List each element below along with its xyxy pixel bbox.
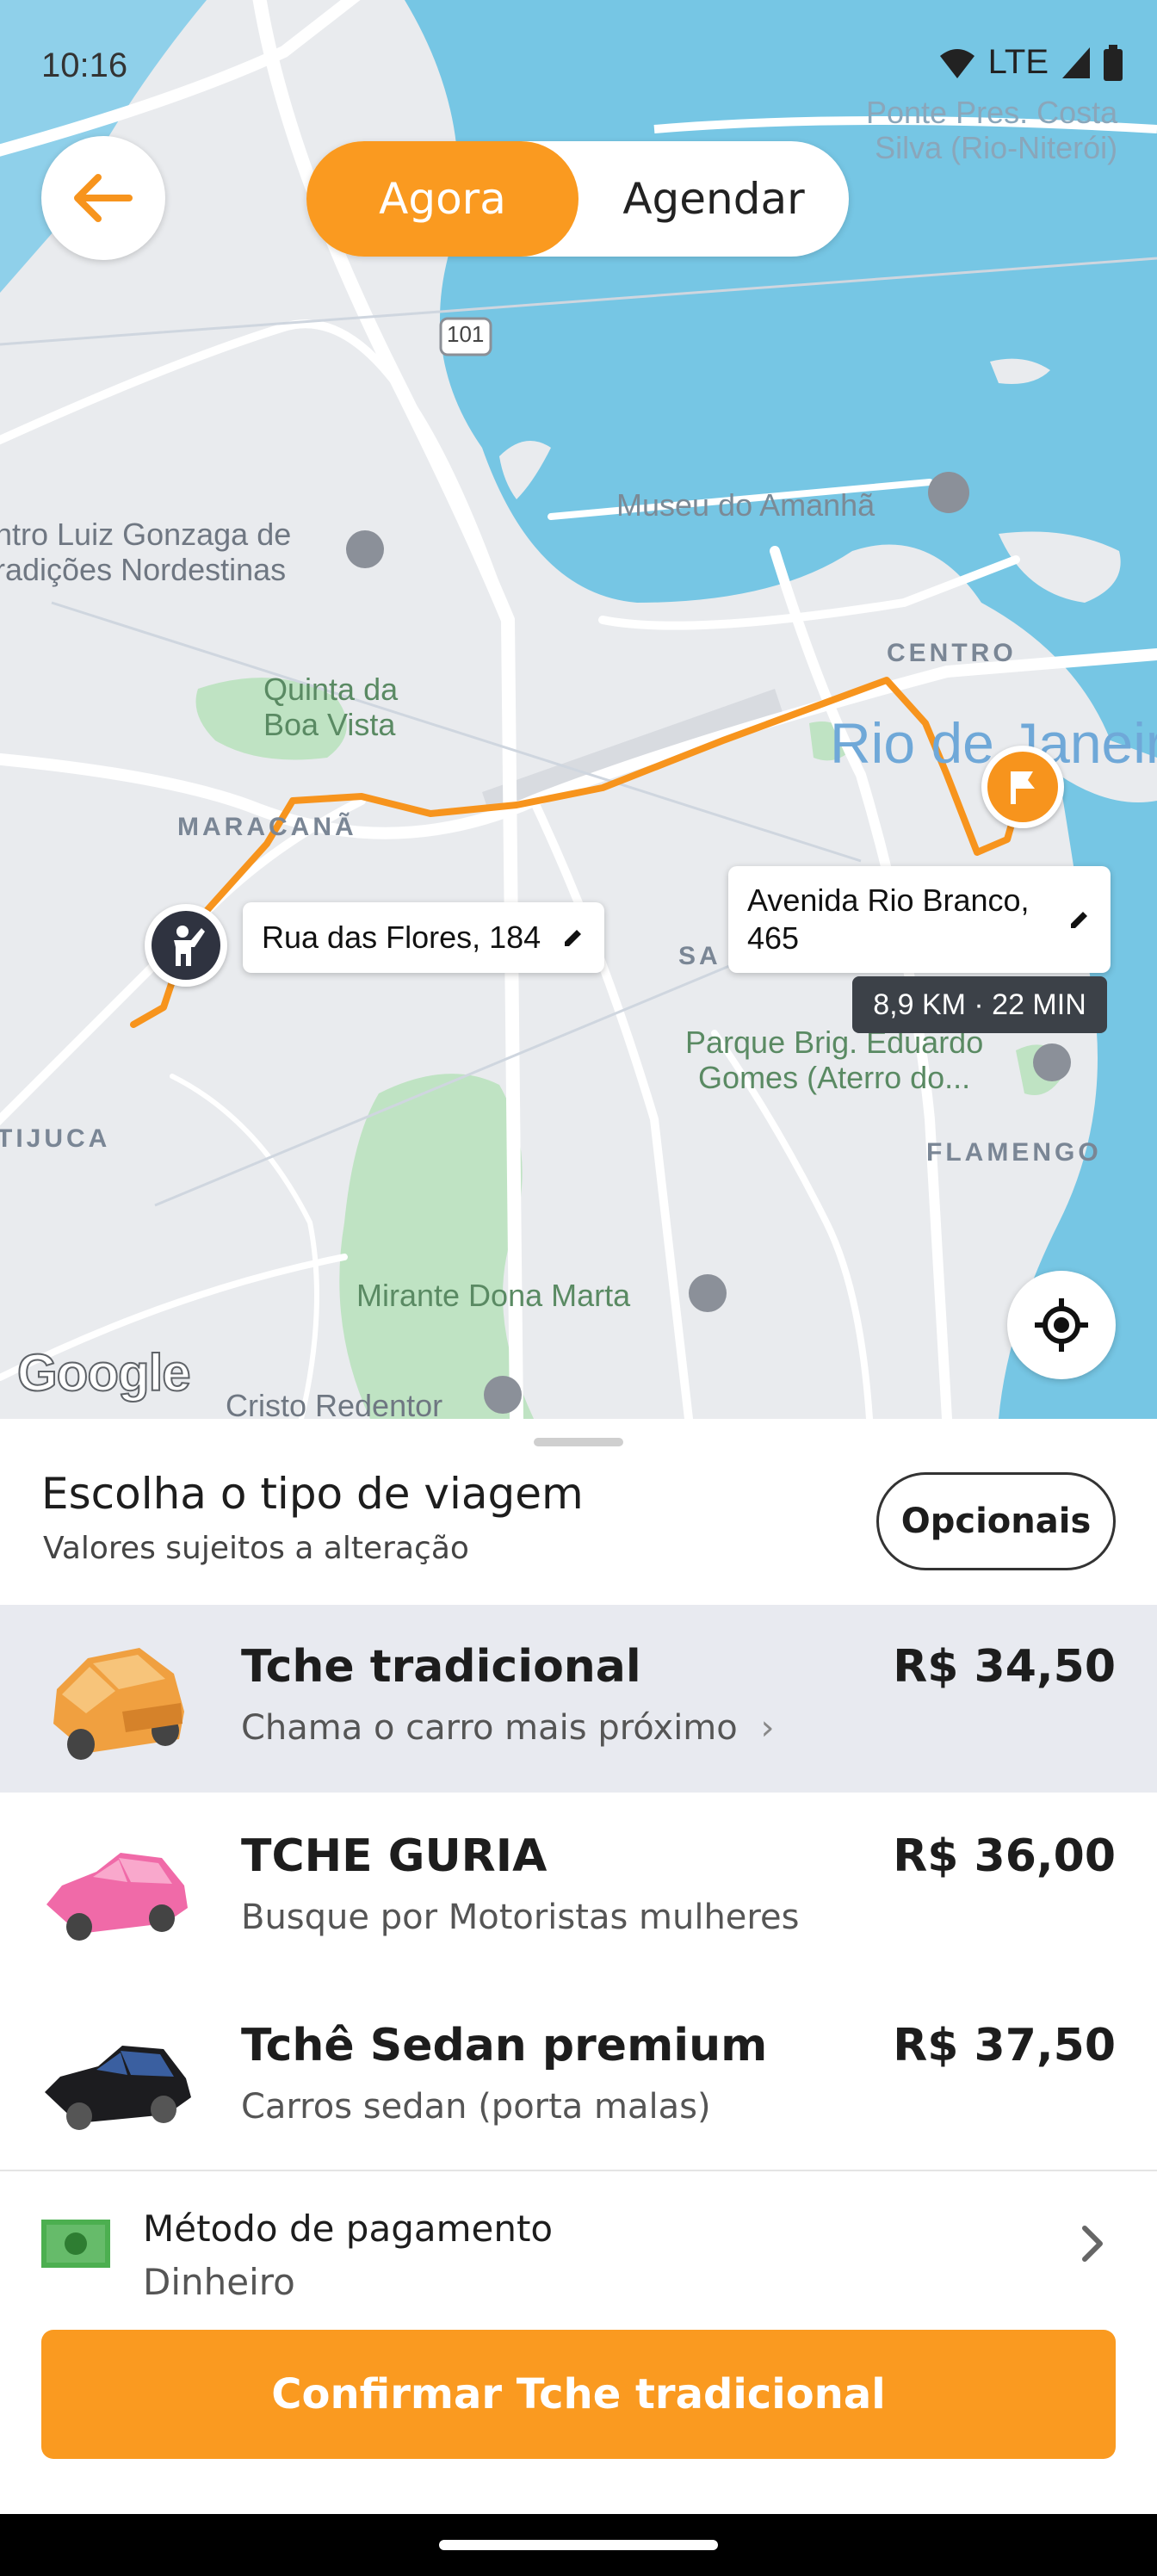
ride-name: Tchê Sedan premium — [241, 2020, 768, 2071]
chevron-right-icon: › — [760, 1708, 775, 1748]
crosshair-icon — [1035, 1298, 1088, 1352]
route-shield-101: 101 — [447, 321, 485, 347]
map-label-centro-luiz: ntro Luiz Gonzaga de radições Nordestina… — [0, 517, 292, 588]
status-time: 10:16 — [41, 46, 128, 84]
ride-option-tche-guria[interactable]: TCHE GURIA Busque por Motoristas mulhere… — [0, 1794, 1157, 1982]
ride-name: Tche tradicional — [241, 1641, 641, 1693]
ride-name: TCHE GURIA — [241, 1830, 548, 1882]
ride-description: Busque por Motoristas mulheres — [241, 1898, 800, 1937]
home-indicator[interactable] — [439, 2540, 718, 2550]
ride-price: R$ 36,00 — [893, 1830, 1116, 1882]
map-label-tijuca: TIJUCA — [0, 1124, 111, 1153]
battery-icon — [1104, 44, 1123, 81]
car-icon — [46, 1853, 188, 1941]
network-label: LTE — [987, 43, 1049, 81]
map-label-cristo: Cristo Redentor — [226, 1388, 443, 1419]
ride-description: Carros sedan (porta malas) — [241, 2087, 711, 2127]
back-button[interactable] — [41, 136, 165, 260]
trip-info-badge: 8,9 KM · 22 MIN — [852, 976, 1107, 1033]
map-label-museu: Museu do Amanhã — [616, 487, 875, 523]
mode-schedule-button[interactable]: Agendar — [578, 141, 849, 257]
map-label-flamengo: FLAMENGO — [926, 1138, 1102, 1167]
ride-description: Chama o carro mais próximo › — [241, 1708, 774, 1748]
map-label-maracana: MARACANÃ — [177, 813, 357, 841]
ride-selection-sheet: Escolha o tipo de viagem Valores sujeito… — [0, 1419, 1157, 2514]
google-logo: Google — [16, 1343, 192, 1403]
ride-price: R$ 37,50 — [893, 2020, 1116, 2071]
map-label-bridge: Ponte Pres. Costa Silva (Rio-Niterói) — [866, 95, 1118, 166]
system-nav-bar — [0, 2514, 1157, 2576]
sheet-drag-handle[interactable] — [534, 1438, 623, 1446]
mode-toggle: Agora Agendar — [306, 141, 849, 257]
mode-now-button[interactable]: Agora — [306, 141, 578, 257]
ride-description-text: Chama o carro mais próximo — [241, 1708, 738, 1748]
wifi-icon — [939, 48, 974, 78]
arrow-left-icon — [74, 174, 133, 222]
destination-address: Avenida Rio Branco, 465 — [747, 882, 1030, 956]
destination-pin[interactable] — [981, 746, 1064, 828]
sheet-title: Escolha o tipo de viagem — [41, 1469, 584, 1519]
origin-pin[interactable] — [145, 904, 227, 987]
origin-address-chip[interactable]: Rua das Flores, 184 — [243, 902, 604, 973]
car-icon — [53, 1648, 184, 1760]
sheet-subtitle: Valores sujeitos a alteração — [43, 1531, 469, 1566]
my-location-button[interactable] — [1007, 1271, 1116, 1379]
ride-price: R$ 34,50 — [893, 1641, 1116, 1693]
chevron-right-icon — [1082, 2226, 1103, 2262]
edit-pencil-icon[interactable] — [1067, 907, 1092, 932]
origin-address: Rua das Flores, 184 — [262, 920, 541, 955]
status-icons: LTE — [938, 43, 1123, 82]
confirm-ride-button[interactable]: Confirmar Tche tradicional — [41, 2330, 1116, 2459]
payment-method-row[interactable]: Método de pagamento Dinheiro — [0, 2171, 1157, 2326]
payment-value: Dinheiro — [143, 2261, 295, 2303]
destination-address-chip[interactable]: Avenida Rio Branco, 465 — [728, 866, 1111, 973]
edit-pencil-icon[interactable] — [561, 926, 585, 950]
ride-option-tche-sedan-premium[interactable]: Tchê Sedan premium Carros sedan (porta m… — [0, 1984, 1157, 2171]
map-label-centro: CENTRO — [887, 639, 1017, 667]
options-button[interactable]: Opcionais — [876, 1472, 1116, 1570]
car-icon — [45, 2046, 191, 2130]
person-waving-icon — [174, 926, 205, 966]
map-view[interactable]: Ponte Pres. Costa Silva (Rio-Niterói) 10… — [0, 0, 1157, 1419]
map-label-quinta: Quinta da Boa Vista — [263, 672, 399, 743]
flag-icon — [1011, 771, 1035, 804]
map-label-mirante: Mirante Dona Marta — [356, 1278, 631, 1313]
map-label-sa: SA — [678, 942, 721, 970]
cash-icon — [41, 2220, 110, 2268]
ride-option-tche-tradicional[interactable]: Tche tradicional Chama o carro mais próx… — [0, 1605, 1157, 1793]
signal-icon — [1062, 46, 1090, 78]
payment-label: Método de pagamento — [143, 2208, 554, 2250]
map-label-parque: Parque Brig. Eduardo Gomes (Aterro do... — [685, 1025, 984, 1096]
